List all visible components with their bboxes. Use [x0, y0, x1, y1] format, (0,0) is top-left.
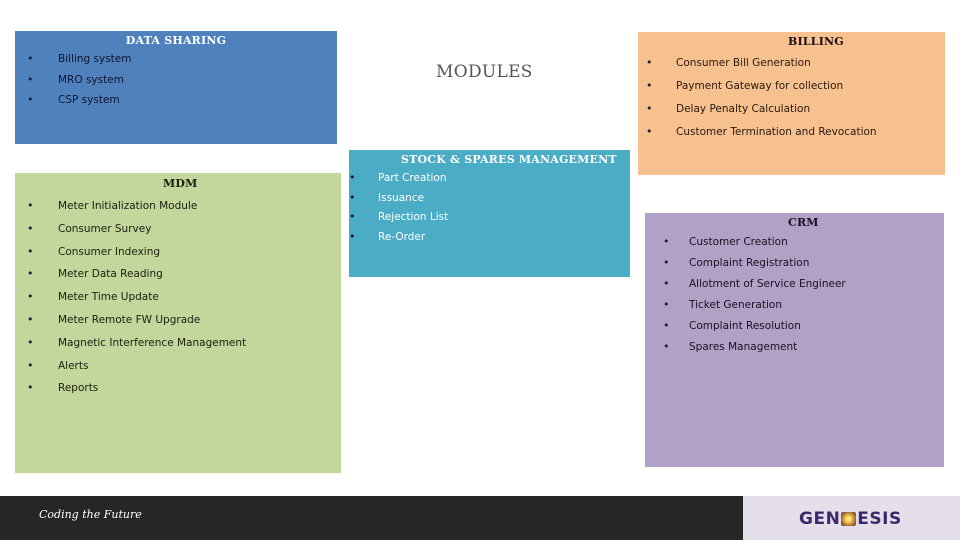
list-item-label: Issuance [378, 191, 425, 204]
page-title: MODULES [436, 62, 533, 82]
bullet-icon: • [349, 210, 356, 223]
bullet-icon: • [27, 199, 34, 212]
bullet-icon: • [27, 335, 34, 349]
bullet-icon: • [349, 190, 356, 204]
stock-spares-title: STOCK & SPARES MANAGEMENT [401, 153, 617, 166]
list-item-label: Allotment of Service Engineer [689, 278, 846, 290]
list-item-label: Customer Termination and Revocation [676, 126, 877, 138]
bullet-icon: • [663, 235, 670, 248]
genesis-logo-mark-icon [841, 512, 857, 526]
bullet-icon: • [663, 340, 670, 353]
data-sharing-panel: DATA SHARING • Billing system • MRO system… [15, 31, 337, 144]
list-item-label: Payment Gateway for collection [676, 80, 844, 92]
bullet-icon: • [646, 56, 653, 69]
bullet-icon: • [27, 52, 34, 65]
footer-logo-area: GEN ESIS [743, 496, 960, 540]
crm-title: CRM [788, 216, 819, 229]
list-item-label: Meter Time Update [58, 291, 159, 304]
bullet-icon: • [27, 358, 34, 372]
bullet-icon: • [27, 290, 34, 304]
bullet-icon: • [663, 277, 670, 290]
list-item-label: MRO system [58, 73, 124, 86]
mdm-panel: MDM • Meter Initialization Module • Consum… [15, 173, 341, 473]
list-item-label: Meter Initialization Module [58, 200, 198, 212]
bullet-icon: • [27, 72, 34, 86]
footer: Coding the Future GEN ESIS [0, 496, 960, 540]
mdm-title: MDM [163, 177, 198, 190]
footer-tagline: Coding the Future [39, 508, 142, 521]
list-item-label: CSP system [58, 94, 120, 106]
list-item-label: Consumer Indexing [58, 245, 161, 258]
stock-spares-panel: STOCK & SPARES MANAGEMENT • Part Creation… [349, 150, 630, 277]
list-item-label: Delay Penalty Calculation [676, 103, 811, 115]
bullet-icon: • [646, 102, 653, 115]
list-item-label: Complaint Registration [689, 257, 810, 269]
list-item-label: Complaint Resolution [689, 320, 801, 332]
bullet-icon: • [663, 319, 670, 332]
list-item-label: Rejection List [378, 211, 449, 223]
list-item-label: Re-Order [378, 230, 426, 243]
bullet-icon: • [27, 93, 34, 106]
bullet-icon: • [349, 171, 356, 184]
list-item-label: Part Creation [378, 172, 447, 184]
footer-dark-band: Coding the Future [0, 496, 743, 540]
genesis-logo: GEN ESIS [799, 509, 902, 529]
list-item-label: Alerts [58, 359, 89, 372]
billing-title: BILLING [788, 35, 844, 48]
bullet-icon: • [27, 312, 34, 326]
list-item-label: Spares Management [689, 341, 798, 353]
logo-text-left: GEN [799, 509, 841, 529]
list-item-label: Meter Remote FW Upgrade [58, 313, 201, 326]
list-item-label: Meter Data Reading [58, 268, 163, 281]
billing-panel: BILLING • Consumer Bill Generation • Payme… [638, 32, 945, 175]
list-item-label: Magnetic Interference Management [58, 336, 247, 349]
logo-text-right: ESIS [857, 509, 902, 529]
bullet-icon: • [27, 267, 34, 281]
bullet-icon: • [646, 125, 653, 138]
bullet-icon: • [27, 244, 34, 258]
list-item-label: Customer Creation [689, 236, 788, 248]
crm-panel: CRM • Customer Creation • Complaint Regist… [645, 213, 944, 467]
list-item-label: Consumer Survey [58, 222, 152, 235]
bullet-icon: • [663, 298, 670, 311]
data-sharing-title: DATA SHARING [125, 34, 227, 47]
bullet-icon: • [663, 256, 670, 269]
bullet-icon: • [349, 229, 356, 243]
list-item-label: Billing system [58, 53, 132, 65]
list-item-label: Reports [58, 382, 99, 395]
bullet-icon: • [27, 381, 34, 395]
list-item-label: Consumer Bill Generation [676, 57, 811, 69]
bullet-icon: • [27, 221, 34, 235]
list-item-label: Ticket Generation [689, 299, 782, 311]
bullet-icon: • [646, 79, 653, 92]
